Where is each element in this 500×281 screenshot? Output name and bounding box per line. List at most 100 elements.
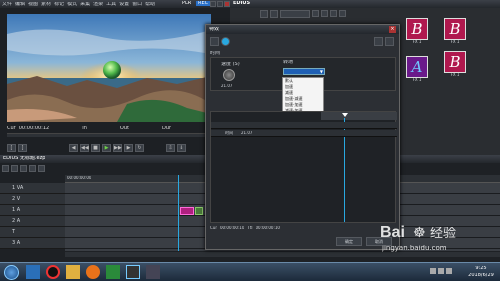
menu-item[interactable]: 采集 bbox=[80, 2, 90, 7]
app-icon[interactable] bbox=[146, 265, 160, 279]
edius-icon[interactable] bbox=[126, 265, 140, 279]
track-header[interactable]: 2 V bbox=[0, 194, 65, 205]
easing-dropdown[interactable]: ▼ bbox=[283, 68, 325, 75]
track-header[interactable]: T bbox=[0, 227, 65, 238]
menu-item[interactable]: 渲染 bbox=[93, 2, 103, 7]
close-icon[interactable]: × bbox=[389, 26, 396, 33]
timeline-clip[interactable] bbox=[180, 207, 194, 215]
playhead-marker-icon[interactable] bbox=[342, 113, 348, 117]
network-icon[interactable] bbox=[430, 268, 436, 274]
clip-thumbnail[interactable]: B FX 1 bbox=[444, 18, 466, 44]
track-headers: 1 VA 2 V 1 A 2 A T 3 A bbox=[0, 183, 65, 251]
firefox-icon[interactable] bbox=[86, 265, 100, 279]
scrub-bar[interactable] bbox=[7, 133, 211, 137]
track-label: 时间 bbox=[225, 131, 233, 135]
set-in-icon[interactable]: [ bbox=[7, 144, 16, 152]
clock[interactable]: 9:25 2018/6/29 bbox=[464, 266, 498, 280]
tool-icon[interactable] bbox=[38, 165, 45, 172]
track-header[interactable]: 2 A bbox=[0, 216, 65, 227]
clip-image: B bbox=[444, 18, 466, 40]
clock-time: 9:25 bbox=[475, 266, 487, 271]
menu-item[interactable]: 标记 bbox=[54, 2, 64, 7]
qq-icon[interactable] bbox=[46, 265, 60, 279]
stop-icon[interactable]: ■ bbox=[91, 144, 100, 152]
search-icon[interactable] bbox=[270, 10, 278, 18]
tool-icon[interactable] bbox=[321, 10, 328, 17]
preview-image bbox=[7, 14, 211, 122]
preview-icon[interactable] bbox=[221, 37, 230, 46]
menu-item[interactable]: 窗口 bbox=[132, 2, 142, 7]
track-header[interactable]: 3 A bbox=[0, 238, 65, 249]
timeline-clip[interactable] bbox=[195, 207, 203, 215]
volume-icon[interactable] bbox=[438, 268, 444, 274]
player-timecode-bar: Cur 00:00:00:12 In Out Dur bbox=[7, 124, 211, 132]
dialog-tab[interactable]: 时间 bbox=[210, 51, 220, 56]
dialog-toolbar bbox=[210, 37, 240, 47]
tool-icon[interactable] bbox=[312, 10, 319, 17]
menu-item[interactable]: 模式 bbox=[67, 2, 77, 7]
effect-icon[interactable] bbox=[210, 37, 219, 46]
folder-icon[interactable] bbox=[260, 10, 268, 18]
media-player-icon[interactable] bbox=[106, 265, 120, 279]
playhead[interactable] bbox=[178, 175, 179, 251]
watermark-brand: Bai bbox=[380, 225, 405, 241]
clip-thumbnail[interactable]: B FX 1 bbox=[444, 51, 466, 77]
next-frame-icon[interactable]: ▶ bbox=[124, 144, 133, 152]
keyframe-track-row[interactable] bbox=[211, 122, 397, 129]
bin-title: EDIUS bbox=[233, 1, 251, 6]
maximize-icon[interactable] bbox=[217, 1, 223, 7]
view-icon[interactable] bbox=[280, 10, 310, 18]
play-icon[interactable]: ▶ bbox=[102, 144, 111, 152]
clip-thumbnail[interactable]: B FX 1 bbox=[406, 18, 428, 44]
overwrite-icon[interactable]: ⇓ bbox=[177, 144, 186, 152]
ok-button[interactable]: 确定 bbox=[336, 237, 362, 246]
loop-icon[interactable]: ↻ bbox=[135, 144, 144, 152]
watermark-brand2: 经验 bbox=[430, 227, 457, 240]
bin-toolbar-right bbox=[312, 10, 362, 20]
menu-item[interactable]: 帮助 bbox=[145, 2, 155, 7]
menu-item[interactable]: 设置 bbox=[119, 2, 129, 7]
track-header[interactable]: 1 A bbox=[0, 205, 65, 216]
set-out-icon[interactable]: ] bbox=[18, 144, 27, 152]
forward-icon[interactable]: ▶▶ bbox=[113, 144, 122, 152]
plr-label[interactable]: PLR bbox=[182, 1, 191, 6]
folder-icon[interactable] bbox=[66, 265, 80, 279]
tool-icon[interactable] bbox=[29, 165, 36, 172]
settings-icon[interactable] bbox=[374, 37, 383, 46]
effect-dialog: 特效 × 时间 速度 (S) 21.07 转场 ▼ 默认 加速 减速 加速-减速… bbox=[205, 24, 400, 250]
speed-label: 速度 (S) bbox=[221, 62, 240, 67]
ruler-timecode: 00:00:00:00 bbox=[67, 176, 92, 180]
tool-icon[interactable] bbox=[339, 10, 346, 17]
keyframe-track-row[interactable]: 时间 21.07 bbox=[211, 130, 397, 137]
preview-monitor bbox=[7, 14, 211, 122]
reset-icon[interactable] bbox=[385, 37, 394, 46]
track-header[interactable]: 1 VA bbox=[0, 183, 65, 194]
speed-knob-icon[interactable] bbox=[223, 69, 235, 81]
clip-image: A bbox=[406, 56, 428, 78]
tool-icon[interactable] bbox=[20, 165, 27, 172]
windows-icon[interactable] bbox=[26, 265, 40, 279]
menu-item[interactable]: 编辑 bbox=[15, 2, 25, 7]
dialog-options bbox=[374, 37, 398, 47]
tool-icon[interactable] bbox=[11, 165, 18, 172]
rewind-icon[interactable]: ◀◀ bbox=[80, 144, 89, 152]
ttl-label: Ttl bbox=[247, 226, 253, 230]
insert-icon[interactable]: ⇩ bbox=[166, 144, 175, 152]
menu-item[interactable]: 视图 bbox=[28, 2, 38, 7]
clip-name: FX 1 bbox=[412, 40, 422, 44]
clip-thumbnail[interactable]: A FX 1 bbox=[406, 56, 428, 82]
input-method-icon[interactable] bbox=[446, 268, 452, 274]
menu-item[interactable]: 素材 bbox=[41, 2, 51, 7]
prev-frame-icon[interactable]: ◀ bbox=[69, 144, 78, 152]
tool-icon[interactable] bbox=[2, 165, 9, 172]
keyframe-ruler[interactable] bbox=[321, 112, 397, 120]
speed-value: 21.07 bbox=[221, 84, 233, 88]
start-button[interactable] bbox=[4, 265, 19, 280]
minimize-icon[interactable] bbox=[210, 1, 216, 7]
menu-item[interactable]: 文件 bbox=[2, 2, 12, 7]
tool-icon[interactable] bbox=[330, 10, 337, 17]
watermark: Bai ☸ 经验 jingyan.baidu.com bbox=[380, 225, 480, 255]
rec-label[interactable]: REC bbox=[196, 1, 211, 6]
clock-date: 2018/6/29 bbox=[468, 273, 494, 278]
menu-item[interactable]: 工具 bbox=[106, 2, 116, 7]
